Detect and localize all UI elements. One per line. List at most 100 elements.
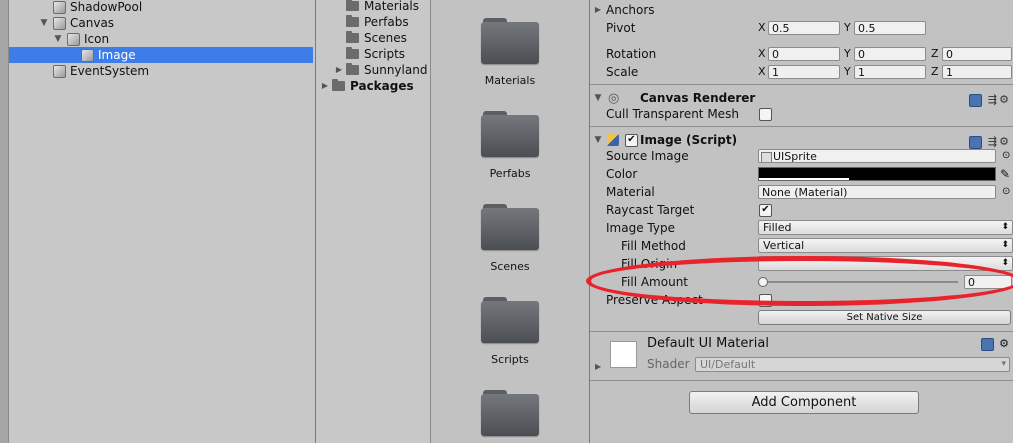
asset-folder-perfabs[interactable]: Perfabs xyxy=(431,93,589,186)
fill-amount-slider-track[interactable] xyxy=(762,281,958,283)
raycast-target-checkbox[interactable]: ✔ xyxy=(759,204,772,217)
object-picker-icon[interactable]: ⊙ xyxy=(1002,183,1010,201)
fill-amount-label: Fill Amount xyxy=(621,275,689,289)
expand-arrow-icon[interactable]: ▶ xyxy=(334,62,344,78)
gameobject-icon xyxy=(53,1,66,14)
expand-arrow-icon[interactable]: ▼ xyxy=(39,15,49,31)
material-name: Default UI Material xyxy=(647,336,769,351)
preserve-aspect-checkbox[interactable] xyxy=(759,294,772,307)
shader-dropdown[interactable]: UI/Default ▾ xyxy=(695,357,1010,372)
large-folder-icon xyxy=(481,111,539,157)
rotation-y-field[interactable]: 0 xyxy=(854,47,926,61)
image-type-label: Image Type xyxy=(606,221,675,235)
fill-amount-field[interactable]: 0 xyxy=(964,275,1012,289)
hierarchy-item-icon[interactable]: ▼ Icon xyxy=(9,31,313,47)
tree-item-perfabs[interactable]: Perfabs xyxy=(316,14,430,30)
set-native-size-button[interactable]: Set Native Size xyxy=(758,310,1011,325)
pivot-label: Pivot xyxy=(606,21,636,35)
rotation-label: Rotation xyxy=(606,47,657,61)
raycast-target-row: Raycast Target ✔ xyxy=(590,201,1013,219)
image-component-icon xyxy=(607,134,619,146)
scale-z-field[interactable]: 1 xyxy=(942,65,1012,79)
tree-item-sunnyland[interactable]: ▶ Sunnyland xyxy=(316,62,430,78)
hierarchy-item-image[interactable]: Image xyxy=(9,47,313,63)
fill-origin-dropdown[interactable]: ⬍ xyxy=(758,256,1013,271)
inspector-panel: ▶ Anchors Pivot X 0.5 Y 0.5 Rotation X 0… xyxy=(590,0,1013,443)
color-row: Color ✎ xyxy=(590,165,1013,183)
asset-folder-partial[interactable] xyxy=(431,372,589,443)
image-type-dropdown[interactable]: Filled ⬍ xyxy=(758,220,1013,235)
large-folder-icon xyxy=(481,204,539,250)
expand-arrow-icon[interactable]: ▶ xyxy=(320,78,330,94)
tree-item-materials[interactable]: Materials xyxy=(316,0,430,14)
pivot-x-field[interactable]: 0.5 xyxy=(768,21,840,35)
asset-folder-label: Scenes xyxy=(490,260,530,273)
tree-item-packages[interactable]: ▶ Packages xyxy=(316,78,430,94)
image-type-row: Image Type Filled ⬍ xyxy=(590,219,1013,237)
fill-origin-row: Fill Origin ⬍ xyxy=(590,255,1013,273)
image-type-value: Filled xyxy=(763,221,792,234)
object-picker-icon[interactable]: ⊙ xyxy=(1002,147,1010,165)
scale-label: Scale xyxy=(606,65,639,79)
scale-x-field[interactable]: 1 xyxy=(768,65,840,79)
hierarchy-scroll-strip[interactable] xyxy=(0,0,9,443)
scale-row: Scale X 1 Y 1 Z 1 xyxy=(590,63,1013,81)
axis-z-label: Z xyxy=(931,65,939,78)
axis-x-label: X xyxy=(758,47,766,60)
rotation-x-field[interactable]: 0 xyxy=(768,47,840,61)
expand-arrow-icon[interactable]: ▶ xyxy=(593,1,603,19)
hierarchy-item-canvas[interactable]: ▼ Canvas xyxy=(9,15,313,31)
expand-arrow-icon[interactable]: ▼ xyxy=(53,31,63,47)
hierarchy-item-label: EventSystem xyxy=(70,64,150,78)
axis-x-label: X xyxy=(758,21,766,34)
material-preview-thumbnail xyxy=(610,341,637,368)
alpha-bar xyxy=(759,178,849,180)
large-folder-icon xyxy=(481,390,539,436)
large-folder-icon xyxy=(481,297,539,343)
anchors-row[interactable]: ▶ Anchors xyxy=(590,1,1013,19)
asset-folder-label: Materials xyxy=(484,74,536,87)
axis-y-label: Y xyxy=(844,65,851,78)
tree-item-scenes[interactable]: Scenes xyxy=(316,30,430,46)
cull-transparent-mesh-label: Cull Transparent Mesh xyxy=(606,107,739,121)
shader-value: UI/Default xyxy=(700,358,756,371)
pivot-y-field[interactable]: 0.5 xyxy=(854,21,926,35)
axis-x-label: X xyxy=(758,65,766,78)
material-row: Material None (Material) ⊙ xyxy=(590,183,1013,201)
eyedropper-icon[interactable]: ✎ xyxy=(1000,165,1010,183)
scale-y-field[interactable]: 1 xyxy=(854,65,926,79)
cull-transparent-mesh-checkbox[interactable] xyxy=(759,108,772,121)
color-swatch[interactable] xyxy=(758,167,996,181)
tree-item-label: Sunnyland xyxy=(364,63,428,77)
image-enabled-checkbox[interactable]: ✔ xyxy=(625,134,638,147)
hierarchy-item-eventsystem[interactable]: EventSystem xyxy=(9,63,313,79)
component-divider xyxy=(590,380,1013,381)
settings-gear-icon[interactable]: ⚙ xyxy=(999,337,1011,350)
help-icon[interactable] xyxy=(980,337,994,351)
gameobject-icon xyxy=(81,49,94,62)
asset-folder-materials[interactable]: Materials xyxy=(431,0,589,93)
tree-item-scripts[interactable]: Scripts xyxy=(316,46,430,62)
hierarchy-item-label: Icon xyxy=(84,32,110,46)
source-image-field[interactable]: UISprite xyxy=(758,149,996,163)
axis-y-label: Y xyxy=(844,21,851,34)
material-header-icons[interactable]: ⚙ xyxy=(980,337,1011,351)
expand-arrow-icon[interactable]: ▶ xyxy=(595,362,601,371)
folder-icon xyxy=(346,0,359,11)
asset-folder-scenes[interactable]: Scenes xyxy=(431,186,589,279)
asset-folder-scripts[interactable]: Scripts xyxy=(431,279,589,372)
add-component-button[interactable]: Add Component xyxy=(689,391,919,414)
rotation-z-field[interactable]: 0 xyxy=(942,47,1012,61)
fill-amount-slider-thumb[interactable] xyxy=(758,277,768,287)
rotation-row: Rotation X 0 Y 0 Z 0 xyxy=(590,45,1013,63)
gameobject-icon xyxy=(67,33,80,46)
hierarchy-panel: ShadowPool ▼ Canvas ▼ Icon Image EventSy… xyxy=(0,0,316,443)
fill-method-dropdown[interactable]: Vertical ⬍ xyxy=(758,238,1013,253)
source-image-row: Source Image UISprite ⊙ xyxy=(590,147,1013,165)
material-field[interactable]: None (Material) xyxy=(758,185,996,199)
tree-item-label: Packages xyxy=(350,79,414,93)
component-divider xyxy=(590,126,1013,127)
hierarchy-item-shadowpool[interactable]: ShadowPool xyxy=(9,0,313,15)
source-image-label: Source Image xyxy=(606,149,689,163)
asset-folder-label: Scripts xyxy=(491,353,529,366)
